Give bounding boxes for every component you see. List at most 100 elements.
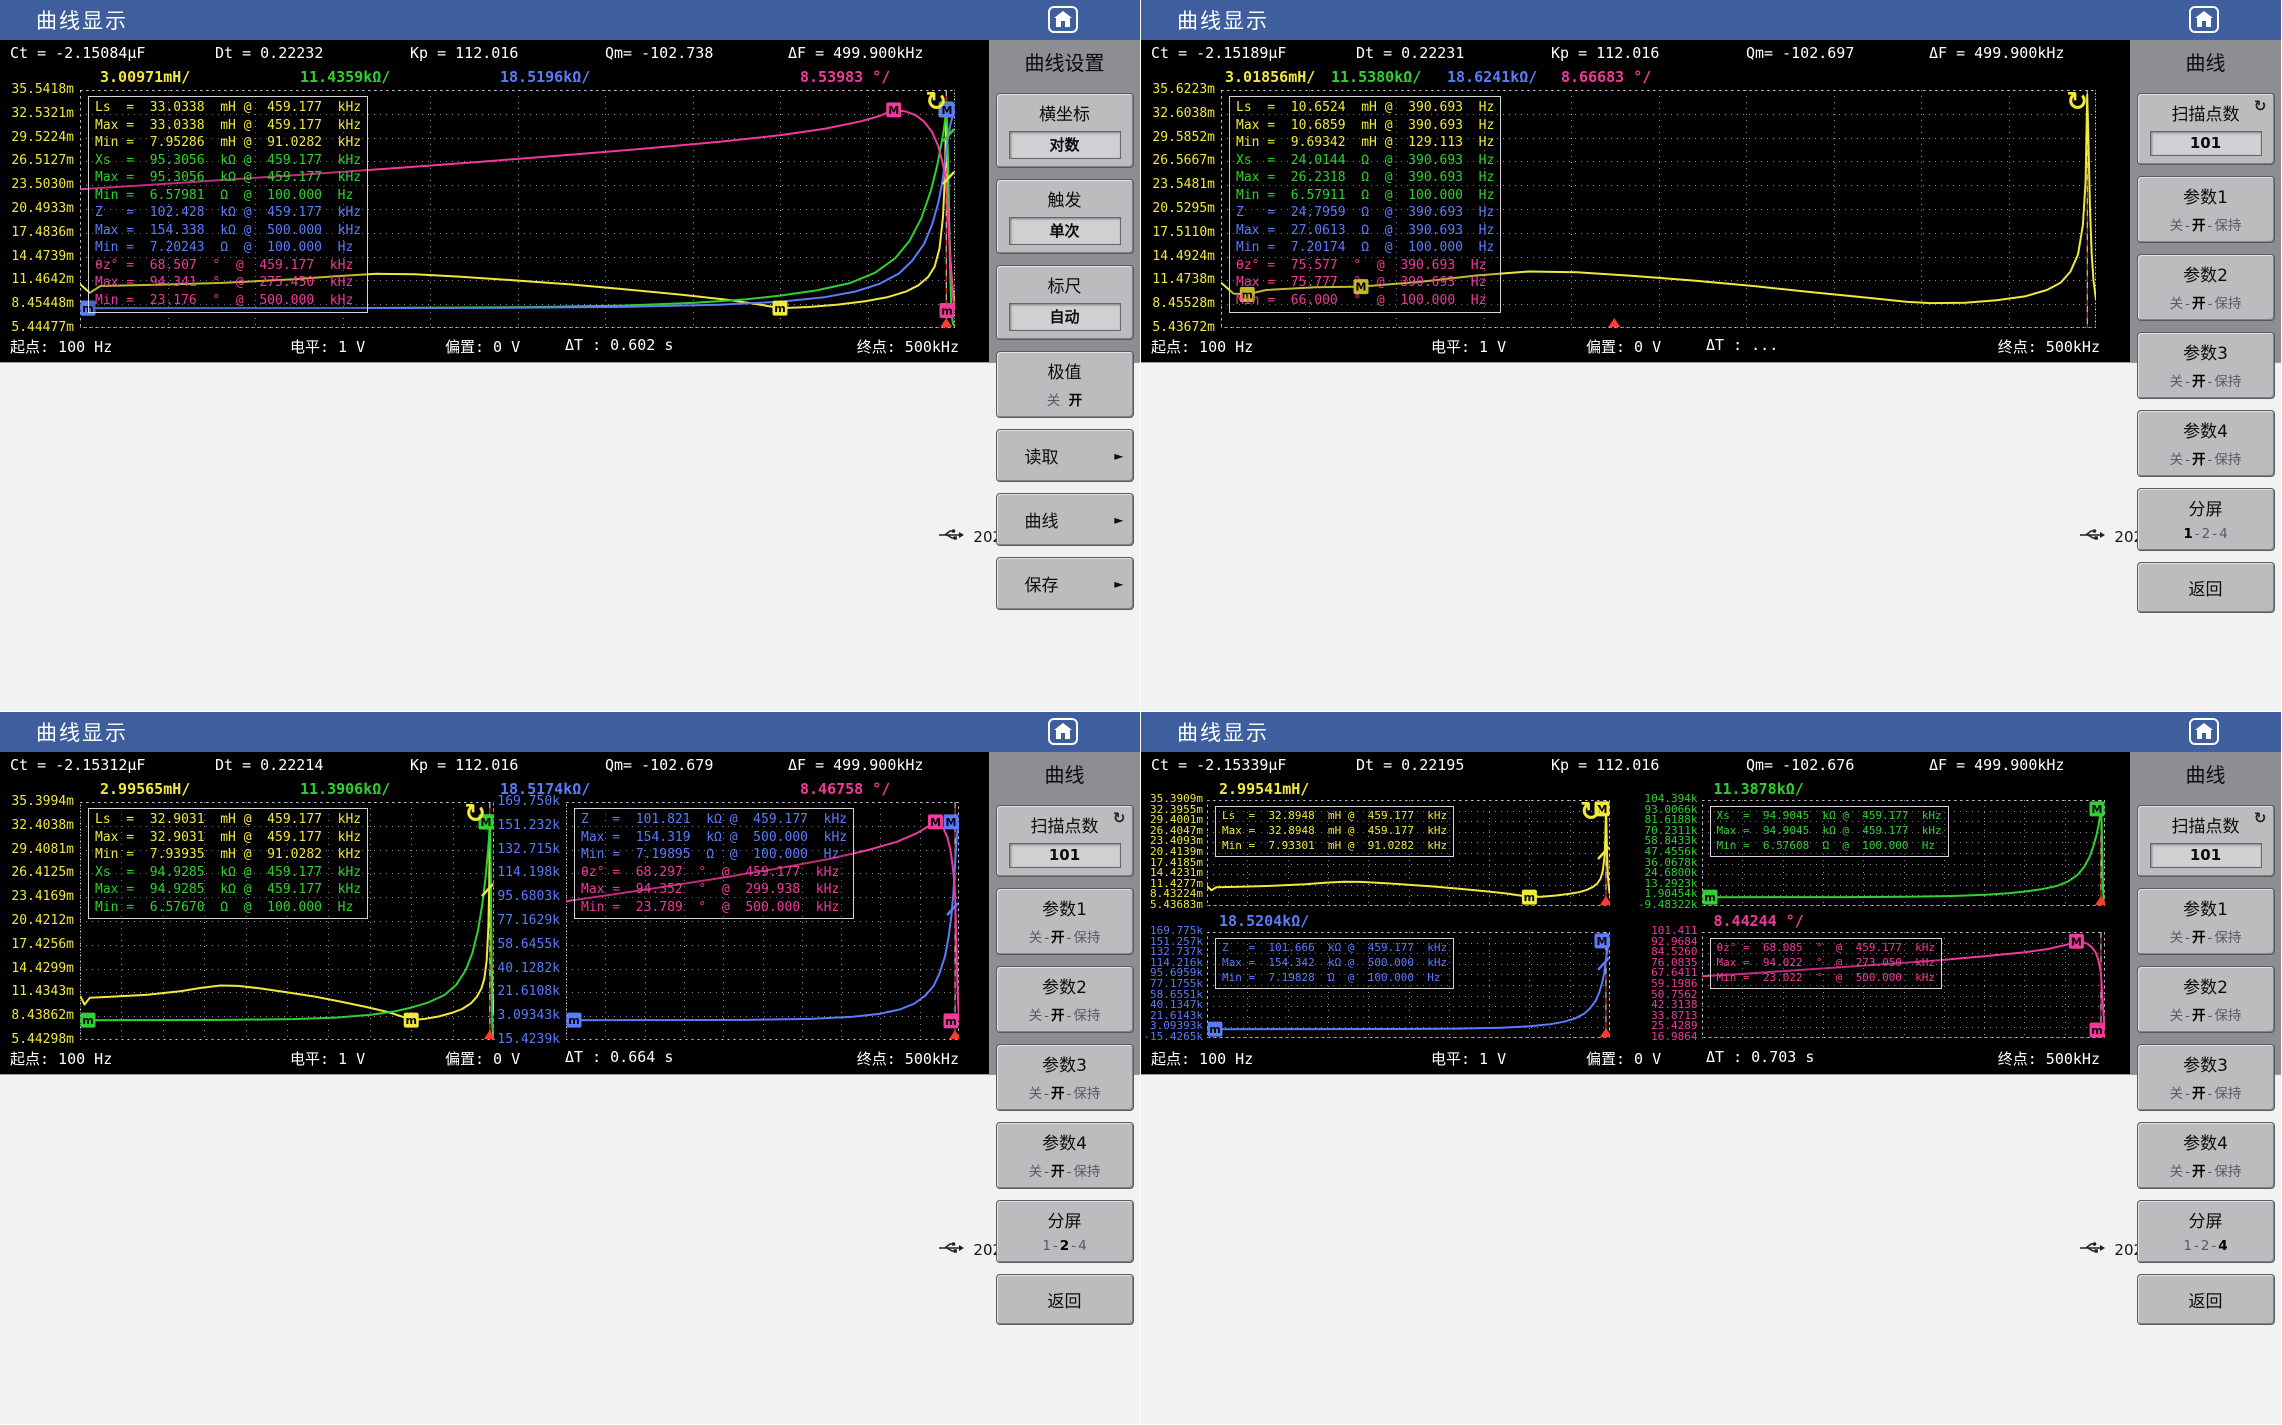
button-options: 关-开-保持 <box>2138 214 2274 234</box>
svg-text:m: m <box>1704 891 1715 904</box>
sidebar-button-3[interactable]: 极值关 开 <box>996 351 1134 418</box>
scale-label: 18.5196kΩ/ <box>500 68 590 86</box>
legend-line: Min = 66.000 ° @ 100.000 Hz <box>1236 292 1494 310</box>
sweep-info: 终点: 500kHz <box>1998 336 2100 357</box>
sidebar-button-1[interactable]: 参数1关-开-保持 <box>2137 176 2275 243</box>
sub-chart: 2.99541mH/35.3909m32.3955m29.4001m26.404… <box>1141 778 1636 910</box>
legend-box: Z = 101.666 kΩ @ 459.177 kHzMax = 154.34… <box>1215 938 1454 989</box>
button-options: 关-开-保持 <box>2138 448 2274 468</box>
legend-line: Xs = 94.9285 kΩ @ 459.177 kHz <box>95 864 361 882</box>
y-axis-label: 8.43862m <box>11 1008 74 1023</box>
button-options: 关-开-保持 <box>997 1160 1133 1180</box>
refresh-icon: ↻ <box>2066 88 2088 117</box>
panel-4: 曲线显示Ct = -2.15339μFDt = 0.22195Kp = 112.… <box>1141 712 2281 1424</box>
param-value: Qm= -102.679 <box>605 756 713 774</box>
button-options: 关-开-保持 <box>2138 370 2274 390</box>
sidebar-button-5[interactable]: 曲线► <box>996 493 1134 546</box>
param-value: Dt = 0.22195 <box>1356 756 1464 774</box>
sweep-info: 起点: 100 Hz <box>10 336 112 357</box>
svg-text:M: M <box>888 104 899 117</box>
sweep-info: 起点: 100 Hz <box>10 1048 112 1069</box>
refresh-icon: ↻ <box>2254 809 2267 827</box>
sidebar-button-0[interactable]: 扫描点数↻101 <box>996 805 1134 877</box>
button-label: 触发 <box>997 186 1133 211</box>
svg-text:m: m <box>2091 1024 2102 1037</box>
sidebar-button-0[interactable]: 扫描点数↻101 <box>2137 93 2275 165</box>
params-row: Ct = -2.15312μFDt = 0.22214Kp = 112.016Q… <box>0 752 989 778</box>
svg-text:m: m <box>1209 1023 1220 1036</box>
sidebar-button-4[interactable]: 参数4关-开-保持 <box>2137 410 2275 477</box>
legend-line: Min = 23.789 ° @ 500.000 kHz <box>581 899 847 917</box>
y-axis-label: 3.09343k <box>497 1008 560 1023</box>
sidebar: 曲线设置横坐标对数触发单次标尺自动极值关 开读取►曲线►保存► <box>989 40 1140 362</box>
sub-chart: 8.44244 °/101.41192.968484.526076.083567… <box>1636 910 2131 1042</box>
param-value: ΔF = 499.900kHz <box>1929 44 2064 62</box>
home-icon[interactable] <box>2189 718 2219 745</box>
sweep-info: 起点: 100 Hz <box>1151 1048 1253 1069</box>
sidebar-button-4[interactable]: 读取► <box>996 429 1134 482</box>
sidebar-button-1[interactable]: 参数1关-开-保持 <box>996 888 1134 955</box>
sidebar-button-2[interactable]: 参数2关-开-保持 <box>2137 254 2275 321</box>
sidebar-title: 曲线 <box>2130 40 2281 82</box>
y-axis-label: 35.6223m <box>1152 82 1215 97</box>
sidebar-button-1[interactable]: 参数1关-开-保持 <box>2137 888 2275 955</box>
param-value: Qm= -102.676 <box>1746 756 1854 774</box>
panel-3: 曲线显示Ct = -2.15312μFDt = 0.22214Kp = 112.… <box>0 712 1140 1424</box>
plot-area: Ls = 32.9031 mH @ 459.177 kHzMax = 32.90… <box>80 802 494 1040</box>
param-value: Kp = 112.016 <box>410 756 518 774</box>
button-value: 101 <box>1009 843 1121 868</box>
sidebar-button-3[interactable]: 参数3关-开-保持 <box>996 1044 1134 1111</box>
sidebar-button-0[interactable]: 横坐标对数 <box>996 93 1134 168</box>
y-axis-label: 32.4038m <box>11 818 74 833</box>
back-button[interactable]: 返回 <box>996 1274 1134 1325</box>
sidebar-button-6[interactable]: 保存► <box>996 557 1134 610</box>
button-options: 关-开-保持 <box>2138 292 2274 312</box>
home-icon[interactable] <box>2189 6 2219 33</box>
sidebar-button-3[interactable]: 参数3关-开-保持 <box>2137 332 2275 399</box>
param-value: Ct = -2.15339μF <box>1151 756 1286 774</box>
y-axis-label: 114.198k <box>497 865 560 880</box>
screen-content: Ct = -2.15189μFDt = 0.22231Kp = 112.016Q… <box>1141 40 2130 362</box>
home-icon[interactable] <box>1048 6 1078 33</box>
chart-cell: 35.3994m32.4038m29.4081m26.4125m23.4169m… <box>0 802 500 1042</box>
plot-area: Ls = 33.0338 mH @ 459.177 kHzMax = 33.03… <box>80 90 955 328</box>
sweep-info: 偏置: 0 V <box>1586 1048 1661 1069</box>
scale-label: 11.3878kΩ/ <box>1714 780 1804 798</box>
y-axis-label: 8.45448m <box>11 296 74 311</box>
button-options: 关-开-保持 <box>997 926 1133 946</box>
sidebar-button-2[interactable]: 参数2关-开-保持 <box>996 966 1134 1033</box>
chart-cell: 35.3909m32.3955m29.4001m26.4047m23.4093m… <box>1141 800 1636 910</box>
button-options: 关-开-保持 <box>997 1082 1133 1102</box>
legend-line: Min = 7.19895 Ω @ 100.000 Hz <box>581 846 847 864</box>
sidebar-button-5[interactable]: 分屏1-2-4 <box>2137 1200 2275 1263</box>
sweep-info: 偏置: 0 V <box>445 1048 520 1069</box>
home-icon[interactable] <box>1048 718 1078 745</box>
sidebar-button-2[interactable]: 标尺自动 <box>996 265 1134 340</box>
legend-line: Min = 7.93301 mH @ 91.0282 kHz <box>1222 839 1447 854</box>
sidebar-button-2[interactable]: 参数2关-开-保持 <box>2137 966 2275 1033</box>
plot-area: θz° = 68.085 ° @ 459.177 kHzMax = 94.022… <box>1702 932 2105 1038</box>
back-button[interactable]: 返回 <box>2137 562 2275 613</box>
legend-box: Ls = 33.0338 mH @ 459.177 kHzMax = 33.03… <box>88 96 368 313</box>
sidebar-button-0[interactable]: 扫描点数↻101 <box>2137 805 2275 877</box>
sidebar-button-4[interactable]: 参数4关-开-保持 <box>2137 1122 2275 1189</box>
back-button[interactable]: 返回 <box>2137 1274 2275 1325</box>
y-axis-label: 21.6108k <box>497 984 560 999</box>
legend-box: Ls = 32.8948 mH @ 459.177 kHzMax = 32.89… <box>1215 806 1454 857</box>
screen-grid: 曲线显示Ct = -2.15084μFDt = 0.22232Kp = 112.… <box>0 0 2282 1424</box>
button-options: 关-开-保持 <box>2138 1160 2274 1180</box>
scale-label: 11.3906kΩ/ <box>300 780 390 798</box>
sidebar-button-3[interactable]: 参数3关-开-保持 <box>2137 1044 2275 1111</box>
sidebar-button-1[interactable]: 触发单次 <box>996 179 1134 254</box>
legend-line: Min = 23.176 ° @ 500.000 kHz <box>95 292 361 310</box>
plot-area: Ls = 32.8948 mH @ 459.177 kHzMax = 32.89… <box>1207 800 1610 906</box>
legend-line: Min = 6.57608 Ω @ 100.000 Hz <box>1717 839 1942 854</box>
button-label: 标尺 <box>997 272 1133 297</box>
button-label: 曲线 <box>1025 512 1059 532</box>
sub-chart: 18.5204kΩ/169.775k151.257k132.737k114.21… <box>1141 910 1636 1042</box>
sidebar-button-5[interactable]: 分屏1-2-4 <box>996 1200 1134 1263</box>
sidebar-button-5[interactable]: 分屏1-2-4 <box>2137 488 2275 551</box>
sweep-info: 电平: 1 V <box>1431 336 1506 357</box>
page-title: 曲线显示 <box>36 5 128 35</box>
sidebar-button-4[interactable]: 参数4关-开-保持 <box>996 1122 1134 1189</box>
